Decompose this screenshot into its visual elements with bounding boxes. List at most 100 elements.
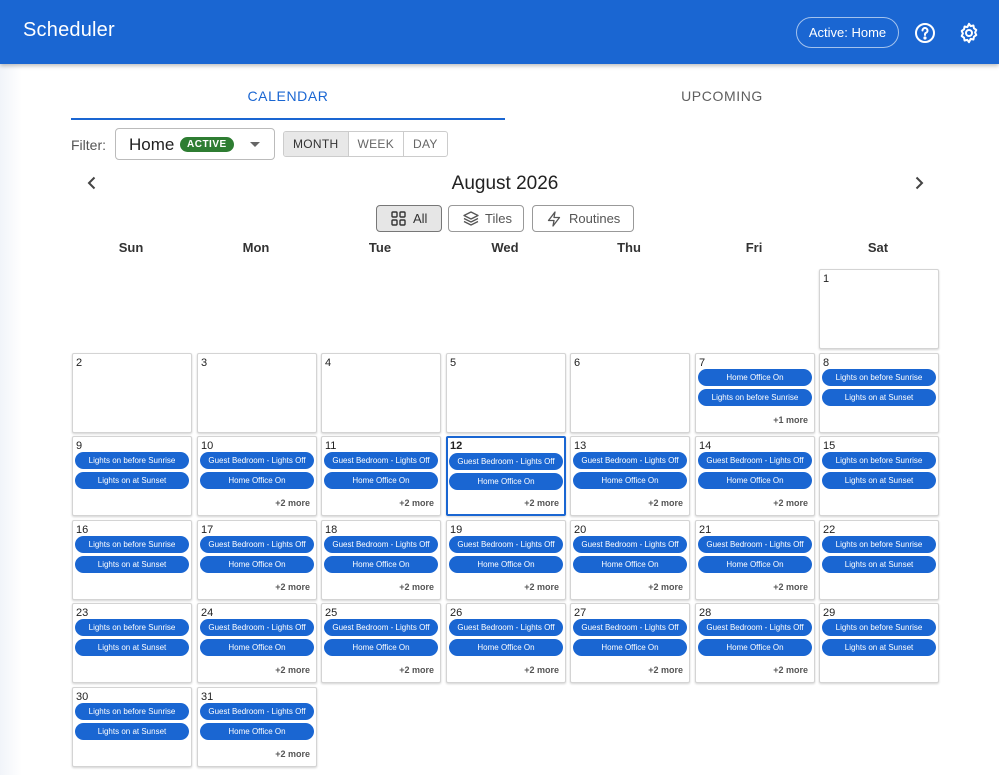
more-events-link[interactable]: +1 more: [773, 415, 808, 425]
event-chip[interactable]: Guest Bedroom - Lights Off: [573, 536, 687, 553]
event-chip[interactable]: Lights on at Sunset: [822, 389, 936, 406]
event-chip[interactable]: Home Office On: [449, 556, 563, 573]
event-chip[interactable]: Guest Bedroom - Lights Off: [698, 619, 812, 636]
day-cell[interactable]: 4: [321, 353, 441, 433]
view-day-button[interactable]: DAY: [404, 132, 447, 156]
day-cell[interactable]: 16 Lights on before Sunrise Lights on at S…: [72, 520, 192, 600]
event-chip[interactable]: Home Office On: [573, 556, 687, 573]
day-cell[interactable]: 12 Guest Bedroom - Lights Off Home Office …: [446, 436, 566, 516]
event-chip[interactable]: Home Office On: [324, 556, 438, 573]
day-cell[interactable]: 5: [446, 353, 566, 433]
filter-all-button[interactable]: All: [376, 205, 442, 232]
day-cell[interactable]: 28 Guest Bedroom - Lights Off Home Office …: [695, 603, 815, 683]
event-chip[interactable]: Lights on at Sunset: [822, 472, 936, 489]
event-chip[interactable]: Lights on before Sunrise: [75, 536, 189, 553]
event-chip[interactable]: Home Office On: [200, 472, 314, 489]
filter-tiles-button[interactable]: Tiles: [448, 205, 524, 232]
day-cell[interactable]: 1: [819, 269, 939, 349]
event-chip[interactable]: Guest Bedroom - Lights Off: [200, 703, 314, 720]
event-chip[interactable]: Guest Bedroom - Lights Off: [449, 619, 563, 636]
event-chip[interactable]: Guest Bedroom - Lights Off: [573, 619, 687, 636]
event-chip[interactable]: Guest Bedroom - Lights Off: [698, 536, 812, 553]
event-chip[interactable]: Guest Bedroom - Lights Off: [324, 536, 438, 553]
event-chip[interactable]: Lights on before Sunrise: [822, 452, 936, 469]
event-chip[interactable]: Guest Bedroom - Lights Off: [324, 452, 438, 469]
next-month-button[interactable]: [911, 175, 927, 191]
more-events-link[interactable]: +2 more: [648, 498, 683, 508]
day-cell[interactable]: 13 Guest Bedroom - Lights Off Home Office …: [570, 436, 690, 516]
tab-upcoming[interactable]: UPCOMING: [505, 76, 939, 120]
event-chip[interactable]: Home Office On: [200, 556, 314, 573]
day-cell[interactable]: 26 Guest Bedroom - Lights Off Home Office …: [446, 603, 566, 683]
more-events-link[interactable]: +2 more: [648, 665, 683, 675]
event-chip[interactable]: Guest Bedroom - Lights Off: [449, 453, 563, 470]
event-chip[interactable]: Home Office On: [698, 369, 812, 386]
more-events-link[interactable]: +2 more: [773, 582, 808, 592]
day-cell[interactable]: 14 Guest Bedroom - Lights Off Home Office …: [695, 436, 815, 516]
event-chip[interactable]: Home Office On: [573, 472, 687, 489]
day-cell[interactable]: 24 Guest Bedroom - Lights Off Home Office …: [197, 603, 317, 683]
day-cell[interactable]: 3: [197, 353, 317, 433]
event-chip[interactable]: Home Office On: [698, 556, 812, 573]
event-chip[interactable]: Lights on before Sunrise: [822, 619, 936, 636]
more-events-link[interactable]: +2 more: [399, 582, 434, 592]
day-cell[interactable]: 15 Lights on before Sunrise Lights on at S…: [819, 436, 939, 516]
event-chip[interactable]: Home Office On: [200, 639, 314, 656]
event-chip[interactable]: Guest Bedroom - Lights Off: [200, 452, 314, 469]
day-cell[interactable]: 8 Lights on before Sunrise Lights on at Su…: [819, 353, 939, 433]
event-chip[interactable]: Home Office On: [449, 473, 563, 490]
day-cell[interactable]: 9 Lights on before Sunrise Lights on at Su…: [72, 436, 192, 516]
more-events-link[interactable]: +2 more: [399, 498, 434, 508]
filter-select[interactable]: Home ACTIVE: [115, 128, 275, 160]
more-events-link[interactable]: +2 more: [275, 749, 310, 759]
day-cell[interactable]: 6: [570, 353, 690, 433]
view-month-button[interactable]: MONTH: [284, 132, 349, 156]
event-chip[interactable]: Lights on at Sunset: [75, 556, 189, 573]
view-week-button[interactable]: WEEK: [349, 132, 405, 156]
prev-month-button[interactable]: [84, 175, 100, 191]
day-cell[interactable]: 17 Guest Bedroom - Lights Off Home Office …: [197, 520, 317, 600]
event-chip[interactable]: Home Office On: [324, 639, 438, 656]
more-events-link[interactable]: +2 more: [524, 582, 559, 592]
day-cell[interactable]: 31 Guest Bedroom - Lights Off Home Office …: [197, 687, 317, 767]
day-cell[interactable]: 23 Lights on before Sunrise Lights on at S…: [72, 603, 192, 683]
event-chip[interactable]: Home Office On: [698, 639, 812, 656]
day-cell[interactable]: 18 Guest Bedroom - Lights Off Home Office …: [321, 520, 441, 600]
event-chip[interactable]: Guest Bedroom - Lights Off: [200, 619, 314, 636]
day-cell[interactable]: 2: [72, 353, 192, 433]
event-chip[interactable]: Home Office On: [200, 723, 314, 740]
event-chip[interactable]: Lights on before Sunrise: [698, 389, 812, 406]
event-chip[interactable]: Lights on at Sunset: [822, 556, 936, 573]
more-events-link[interactable]: +2 more: [524, 665, 559, 675]
help-button[interactable]: [913, 21, 937, 45]
event-chip[interactable]: Lights on at Sunset: [822, 639, 936, 656]
event-chip[interactable]: Lights on at Sunset: [75, 639, 189, 656]
more-events-link[interactable]: +2 more: [275, 582, 310, 592]
event-chip[interactable]: Lights on at Sunset: [75, 472, 189, 489]
active-location-chip[interactable]: Active: Home: [796, 17, 899, 48]
day-cell[interactable]: 21 Guest Bedroom - Lights Off Home Office …: [695, 520, 815, 600]
more-events-link[interactable]: +2 more: [275, 498, 310, 508]
event-chip[interactable]: Lights on at Sunset: [75, 723, 189, 740]
event-chip[interactable]: Guest Bedroom - Lights Off: [200, 536, 314, 553]
day-cell[interactable]: 25 Guest Bedroom - Lights Off Home Office …: [321, 603, 441, 683]
event-chip[interactable]: Guest Bedroom - Lights Off: [324, 619, 438, 636]
more-events-link[interactable]: +2 more: [524, 498, 559, 508]
event-chip[interactable]: Home Office On: [449, 639, 563, 656]
filter-routines-button[interactable]: Routines: [532, 205, 634, 232]
event-chip[interactable]: Guest Bedroom - Lights Off: [573, 452, 687, 469]
day-cell[interactable]: 29 Lights on before Sunrise Lights on at S…: [819, 603, 939, 683]
settings-button[interactable]: [957, 21, 981, 45]
event-chip[interactable]: Home Office On: [573, 639, 687, 656]
day-cell[interactable]: 27 Guest Bedroom - Lights Off Home Office …: [570, 603, 690, 683]
event-chip[interactable]: Guest Bedroom - Lights Off: [449, 536, 563, 553]
day-cell[interactable]: 19 Guest Bedroom - Lights Off Home Office …: [446, 520, 566, 600]
event-chip[interactable]: Lights on before Sunrise: [75, 619, 189, 636]
more-events-link[interactable]: +2 more: [773, 665, 808, 675]
event-chip[interactable]: Guest Bedroom - Lights Off: [698, 452, 812, 469]
event-chip[interactable]: Lights on before Sunrise: [75, 703, 189, 720]
tab-calendar[interactable]: CALENDAR: [71, 76, 505, 120]
day-cell[interactable]: 10 Guest Bedroom - Lights Off Home Office …: [197, 436, 317, 516]
day-cell[interactable]: 11 Guest Bedroom - Lights Off Home Office …: [321, 436, 441, 516]
more-events-link[interactable]: +2 more: [399, 665, 434, 675]
